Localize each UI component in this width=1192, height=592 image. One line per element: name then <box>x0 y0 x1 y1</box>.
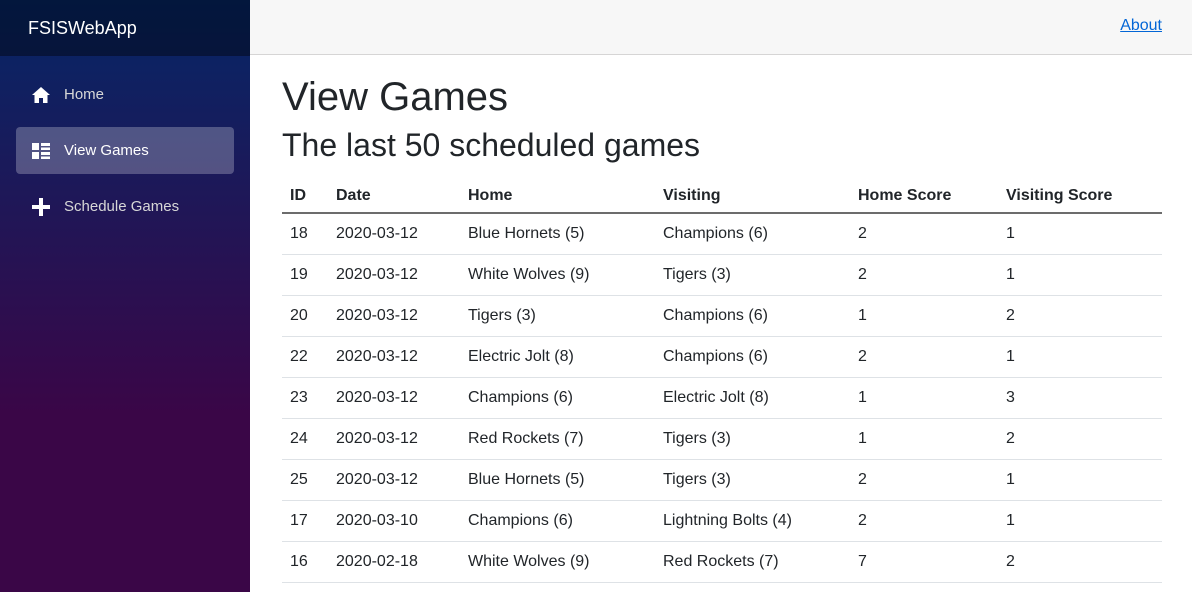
cell-date: 2020-03-12 <box>328 459 460 501</box>
app-brand-link[interactable]: FSISWebApp <box>28 18 137 39</box>
cell-id: 16 <box>282 541 328 583</box>
cell-visiting-score: 1 <box>998 459 1162 501</box>
cell-home: Electric Jolt (8) <box>460 336 655 378</box>
cell-visiting: Tigers (3) <box>655 459 850 501</box>
list-icon <box>32 142 50 160</box>
sidebar-item-view-games[interactable]: View Games <box>16 127 234 174</box>
cell-id: 24 <box>282 418 328 460</box>
column-header-home: Home <box>460 179 655 214</box>
cell-id: 18 <box>282 213 328 255</box>
column-header-visiting-score: Visiting Score <box>998 179 1162 214</box>
sidebar-item-label: View Games <box>64 142 149 159</box>
cell-visiting-score: 1 <box>998 254 1162 296</box>
table-header-row: ID Date Home Visiting Home Score Visitin… <box>282 179 1162 214</box>
cell-id: 20 <box>282 295 328 337</box>
cell-id: 25 <box>282 459 328 501</box>
page-title: View Games <box>282 75 509 119</box>
cell-visiting: Champions (6) <box>655 295 850 337</box>
cell-visiting-score: 3 <box>998 377 1162 419</box>
cell-id: 22 <box>282 336 328 378</box>
cell-date: 2020-03-10 <box>328 500 460 542</box>
plus-icon <box>32 197 50 216</box>
sidebar: FSISWebApp Home View Games Schedule Game… <box>0 0 250 592</box>
column-header-id: ID <box>282 179 328 214</box>
cell-date: 2020-02-18 <box>328 541 460 583</box>
cell-home: Champions (6) <box>460 377 655 419</box>
cell-date: 2020-03-12 <box>328 336 460 378</box>
cell-visiting: Champions (6) <box>655 336 850 378</box>
about-link[interactable]: About <box>1120 17 1162 35</box>
table-row: 19 2020-03-12 White Wolves (9) Tigers (3… <box>282 254 1162 296</box>
table-row: 24 2020-03-12 Red Rockets (7) Tigers (3)… <box>282 418 1162 460</box>
cell-date: 2020-03-12 <box>328 254 460 296</box>
cell-home-score: 1 <box>850 295 998 337</box>
table-row: 22 2020-03-12 Electric Jolt (8) Champion… <box>282 336 1162 378</box>
cell-date: 2020-03-12 <box>328 295 460 337</box>
cell-home: Blue Hornets (5) <box>460 213 655 255</box>
cell-home-score: 2 <box>850 459 998 501</box>
table-row: 16 2020-02-18 White Wolves (9) Red Rocke… <box>282 541 1162 583</box>
cell-home: Tigers (3) <box>460 295 655 337</box>
cell-home: Red Rockets (7) <box>460 418 655 460</box>
cell-visiting-score: 1 <box>998 336 1162 378</box>
page-subtitle: The last 50 scheduled games <box>282 127 701 163</box>
cell-visiting-score: 2 <box>998 418 1162 460</box>
cell-visiting: Electric Jolt (8) <box>655 377 850 419</box>
cell-home-score: 2 <box>850 336 998 378</box>
cell-visiting-score: 2 <box>998 295 1162 337</box>
table-row: 17 2020-03-10 Champions (6) Lightning Bo… <box>282 500 1162 542</box>
cell-date: 2020-03-12 <box>328 418 460 460</box>
top-bar: About <box>250 0 1192 55</box>
column-header-date: Date <box>328 179 460 214</box>
cell-home-score: 7 <box>850 541 998 583</box>
table-row: 25 2020-03-12 Blue Hornets (5) Tigers (3… <box>282 459 1162 501</box>
sidebar-nav: Home View Games Schedule Games <box>0 56 250 230</box>
cell-visiting: Lightning Bolts (4) <box>655 500 850 542</box>
table-row: 18 2020-03-12 Blue Hornets (5) Champions… <box>282 213 1162 255</box>
brand-bar: FSISWebApp <box>0 0 250 56</box>
cell-visiting: Tigers (3) <box>655 418 850 460</box>
games-table-body: 18 2020-03-12 Blue Hornets (5) Champions… <box>282 213 1162 583</box>
cell-home-score: 1 <box>850 418 998 460</box>
cell-date: 2020-03-12 <box>328 213 460 255</box>
cell-home-score: 1 <box>850 377 998 419</box>
main-content: View Games The last 50 scheduled games I… <box>282 55 1162 583</box>
cell-id: 23 <box>282 377 328 419</box>
table-row: 23 2020-03-12 Champions (6) Electric Jol… <box>282 377 1162 419</box>
cell-visiting-score: 2 <box>998 541 1162 583</box>
games-table: ID Date Home Visiting Home Score Visitin… <box>282 179 1162 583</box>
cell-home: White Wolves (9) <box>460 254 655 296</box>
sidebar-item-label: Schedule Games <box>64 198 180 215</box>
cell-home: Champions (6) <box>460 500 655 542</box>
cell-visiting: Red Rockets (7) <box>655 541 850 583</box>
home-icon <box>32 86 50 104</box>
cell-visiting: Champions (6) <box>655 213 850 255</box>
table-row: 20 2020-03-12 Tigers (3) Champions (6) 1… <box>282 295 1162 337</box>
sidebar-item-schedule-games[interactable]: Schedule Games <box>16 183 234 230</box>
cell-id: 17 <box>282 500 328 542</box>
sidebar-item-home[interactable]: Home <box>16 71 234 118</box>
cell-date: 2020-03-12 <box>328 377 460 419</box>
cell-home-score: 2 <box>850 213 998 255</box>
column-header-visiting: Visiting <box>655 179 850 214</box>
column-header-home-score: Home Score <box>850 179 998 214</box>
cell-visiting-score: 1 <box>998 500 1162 542</box>
cell-home-score: 2 <box>850 500 998 542</box>
cell-id: 19 <box>282 254 328 296</box>
cell-home: White Wolves (9) <box>460 541 655 583</box>
sidebar-item-label: Home <box>64 86 105 103</box>
cell-visiting-score: 1 <box>998 213 1162 255</box>
cell-visiting: Tigers (3) <box>655 254 850 296</box>
cell-home: Blue Hornets (5) <box>460 459 655 501</box>
cell-home-score: 2 <box>850 254 998 296</box>
